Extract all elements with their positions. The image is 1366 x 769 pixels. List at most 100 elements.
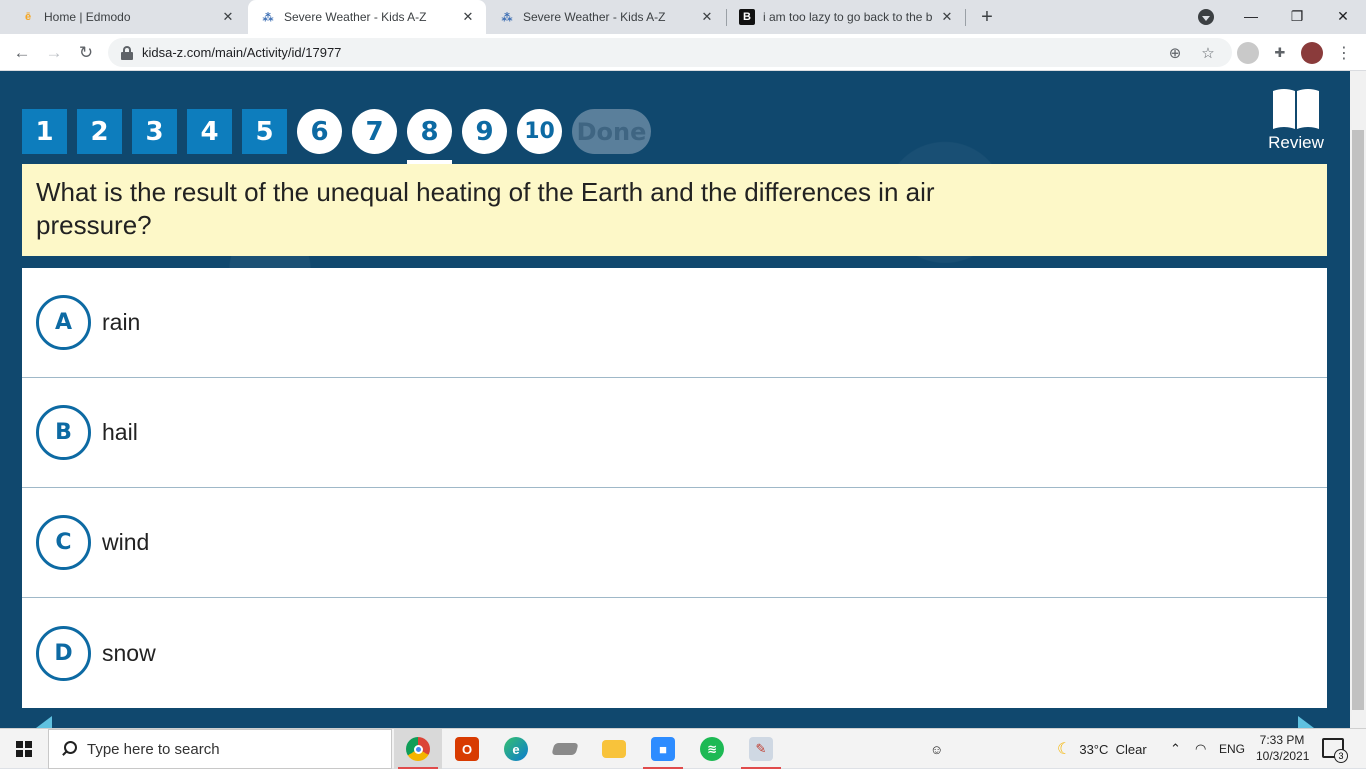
zoom-icon[interactable]: ⊕: [1166, 44, 1184, 62]
weather-text: 33°C Clear: [1079, 741, 1147, 757]
search-icon: [61, 741, 77, 757]
question-button-4[interactable]: 4: [187, 109, 232, 154]
page-scrollbar-thumb[interactable]: [1352, 130, 1364, 710]
answer-letter-badge[interactable]: B: [36, 405, 91, 460]
prev-next-arrows: [36, 716, 1314, 728]
kidsaz-icon: ⁂: [501, 11, 513, 24]
minimize-icon[interactable]: —: [1228, 0, 1274, 32]
review-button[interactable]: Review: [1258, 87, 1334, 155]
spotify-app[interactable]: ≋: [688, 729, 736, 769]
reload-icon[interactable]: ↻: [72, 39, 100, 67]
tab-separator: [965, 9, 966, 26]
edmodo-icon: ē: [24, 11, 32, 23]
question-button-2[interactable]: 2: [77, 109, 122, 154]
answer-letter-badge[interactable]: D: [36, 625, 91, 681]
question-button-5[interactable]: 5: [242, 109, 287, 154]
zoom-video-icon: ■: [651, 737, 675, 761]
question-button-1[interactable]: 1: [22, 109, 67, 154]
language-indicator[interactable]: ENG: [1219, 729, 1245, 769]
answer-text[interactable]: rain: [102, 309, 140, 336]
address-bar[interactable]: kidsa-z.com/main/Activity/id/17977 ⊕ ☆: [108, 38, 1232, 67]
answer-option-a[interactable]: A rain: [22, 268, 1327, 378]
question-button-6[interactable]: 6: [297, 109, 342, 154]
open-book-icon: [1273, 89, 1319, 129]
browser-tab-strip: ē Home | Edmodo ✕ ⁂ Severe Weather - Kid…: [0, 0, 1366, 34]
chrome-app[interactable]: [394, 729, 442, 769]
answer-option-b[interactable]: B hail: [22, 378, 1327, 488]
next-arrow-icon: [1298, 716, 1314, 728]
new-tab-plus-icon[interactable]: +: [975, 5, 999, 29]
paint-palette-icon: ✎: [749, 737, 773, 761]
answer-letter-badge[interactable]: C: [36, 515, 91, 570]
profile-avatar[interactable]: [1301, 42, 1323, 64]
menu-kebab-icon[interactable]: ⋮: [1333, 42, 1355, 64]
activity-page: 1 2 3 4 5 6 7 8 9 10 Done Review What is…: [0, 71, 1350, 728]
chrome-icon: [406, 737, 430, 761]
file-explorer-app[interactable]: [590, 729, 638, 769]
kidsaz-icon: ⁂: [262, 11, 274, 24]
people-icon[interactable]: ☺: [930, 729, 943, 769]
b-icon: B: [739, 9, 755, 25]
search-input[interactable]: [87, 740, 367, 758]
zoom-app[interactable]: ■: [639, 729, 687, 769]
answer-text[interactable]: snow: [102, 640, 156, 667]
notification-count-badge: 3: [1334, 749, 1348, 763]
tab-search-icon[interactable]: [1198, 9, 1214, 25]
review-label: Review: [1268, 133, 1324, 152]
forward-arrow-icon[interactable]: →: [40, 39, 68, 67]
system-clock[interactable]: 7:33 PM 10/3/2021: [1256, 732, 1310, 764]
question-button-8-current[interactable]: 8: [407, 109, 452, 164]
done-button[interactable]: Done: [572, 109, 651, 154]
start-button[interactable]: [0, 729, 48, 769]
office-icon: O: [455, 737, 479, 761]
moon-icon: ☾: [1057, 741, 1072, 758]
paint-app[interactable]: ✎: [737, 729, 785, 769]
office-app[interactable]: O: [443, 729, 491, 769]
page-footer: [0, 711, 1350, 728]
folder-icon: [602, 740, 626, 758]
question-button-10[interactable]: 10: [517, 109, 562, 154]
question-button-9[interactable]: 9: [462, 109, 507, 154]
extension-avatar-icon[interactable]: [1237, 42, 1259, 64]
tab-title: i am too lazy to go back to the b: [763, 10, 933, 24]
clock-time: 7:33 PM: [1259, 733, 1305, 747]
bookmark-star-icon[interactable]: ☆: [1199, 44, 1217, 62]
tab-edmodo[interactable]: ē Home | Edmodo ✕: [8, 0, 246, 34]
question-button-7[interactable]: 7: [352, 109, 397, 154]
answer-option-c[interactable]: C wind: [22, 488, 1327, 598]
wifi-icon[interactable]: ◠: [1195, 729, 1206, 769]
close-icon[interactable]: ✕: [699, 9, 715, 25]
answer-text[interactable]: wind: [102, 529, 149, 556]
spotify-icon: ≋: [700, 737, 724, 761]
edge-app[interactable]: e: [492, 729, 540, 769]
question-button-3[interactable]: 3: [132, 109, 177, 154]
close-icon[interactable]: ✕: [939, 9, 955, 25]
weather-widget[interactable]: ☾ 33°C Clear: [1057, 729, 1147, 769]
tab-lazy[interactable]: B i am too lazy to go back to the b ✕: [727, 0, 965, 34]
answer-option-d[interactable]: D snow: [22, 598, 1327, 708]
answer-text[interactable]: hail: [102, 419, 138, 446]
url-text[interactable]: kidsa-z.com/main/Activity/id/17977: [142, 45, 341, 60]
extensions-puzzle-icon[interactable]: ✚: [1269, 42, 1291, 64]
previous-arrow-icon: [36, 716, 52, 728]
back-arrow-icon[interactable]: ←: [8, 39, 36, 67]
clock-date: 10/3/2021: [1256, 749, 1310, 763]
close-icon[interactable]: ✕: [460, 9, 476, 25]
tab-title: Severe Weather - Kids A-Z: [284, 10, 427, 24]
app-icon: [551, 743, 579, 755]
windows-logo-icon: [16, 741, 32, 757]
tab-severe-weather-active[interactable]: ⁂ Severe Weather - Kids A-Z ✕: [248, 0, 486, 34]
tab-severe-weather[interactable]: ⁂ Severe Weather - Kids A-Z ✕: [487, 0, 725, 34]
media-app[interactable]: [541, 729, 589, 769]
restore-icon[interactable]: ❐: [1274, 0, 1320, 32]
taskbar-search[interactable]: [48, 729, 392, 769]
answer-letter-badge[interactable]: A: [36, 295, 91, 350]
close-icon[interactable]: ✕: [220, 9, 236, 25]
lock-icon[interactable]: [120, 45, 134, 60]
edge-icon: e: [504, 737, 528, 761]
answer-list: A rain B hail C wind D snow: [22, 268, 1327, 708]
tab-title: Severe Weather - Kids A-Z: [523, 10, 666, 24]
window-close-icon[interactable]: ✕: [1320, 0, 1366, 32]
chevron-up-icon[interactable]: ⌃: [1170, 729, 1181, 769]
windows-taskbar: O e ■ ≋ ✎ ☺ ☾ 33°C Clear ⌃ ◠ ENG 7:33 PM…: [0, 728, 1366, 769]
